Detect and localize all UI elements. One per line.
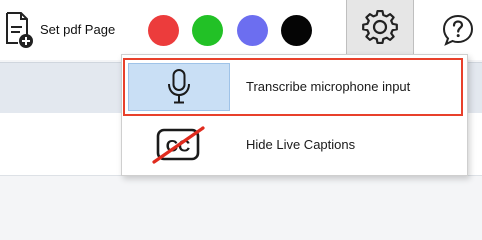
help-button[interactable]: [440, 12, 476, 48]
help-icon: [442, 14, 474, 46]
set-pdf-page-label: Set pdf Page: [40, 21, 116, 37]
menu-item-transcribe-microphone[interactable]: Transcribe microphone input: [122, 58, 467, 116]
color-swatch-red[interactable]: [148, 15, 179, 46]
settings-button[interactable]: [346, 0, 414, 56]
microphone-icon: [168, 69, 190, 104]
color-swatch-blue[interactable]: [237, 15, 268, 46]
microphone-icon-box: [128, 63, 230, 111]
captions-icon-box: CC: [128, 121, 230, 169]
hide-captions-label: Hide Live Captions: [246, 137, 356, 152]
set-pdf-page-button[interactable]: Set pdf Page: [4, 10, 130, 48]
closed-captions-off-icon: CC: [152, 126, 205, 164]
menu-item-hide-live-captions[interactable]: CC Hide Live Captions: [122, 117, 467, 173]
toolbar: Set pdf Page: [0, 0, 482, 60]
settings-dropdown-menu: Transcribe microphone input CC Hide Live…: [121, 54, 468, 176]
transcribe-label: Transcribe microphone input: [246, 79, 411, 94]
add-document-icon: [6, 12, 33, 48]
color-swatch-black[interactable]: [281, 15, 312, 46]
color-swatch-green[interactable]: [192, 15, 223, 46]
gear-icon: [362, 9, 398, 44]
